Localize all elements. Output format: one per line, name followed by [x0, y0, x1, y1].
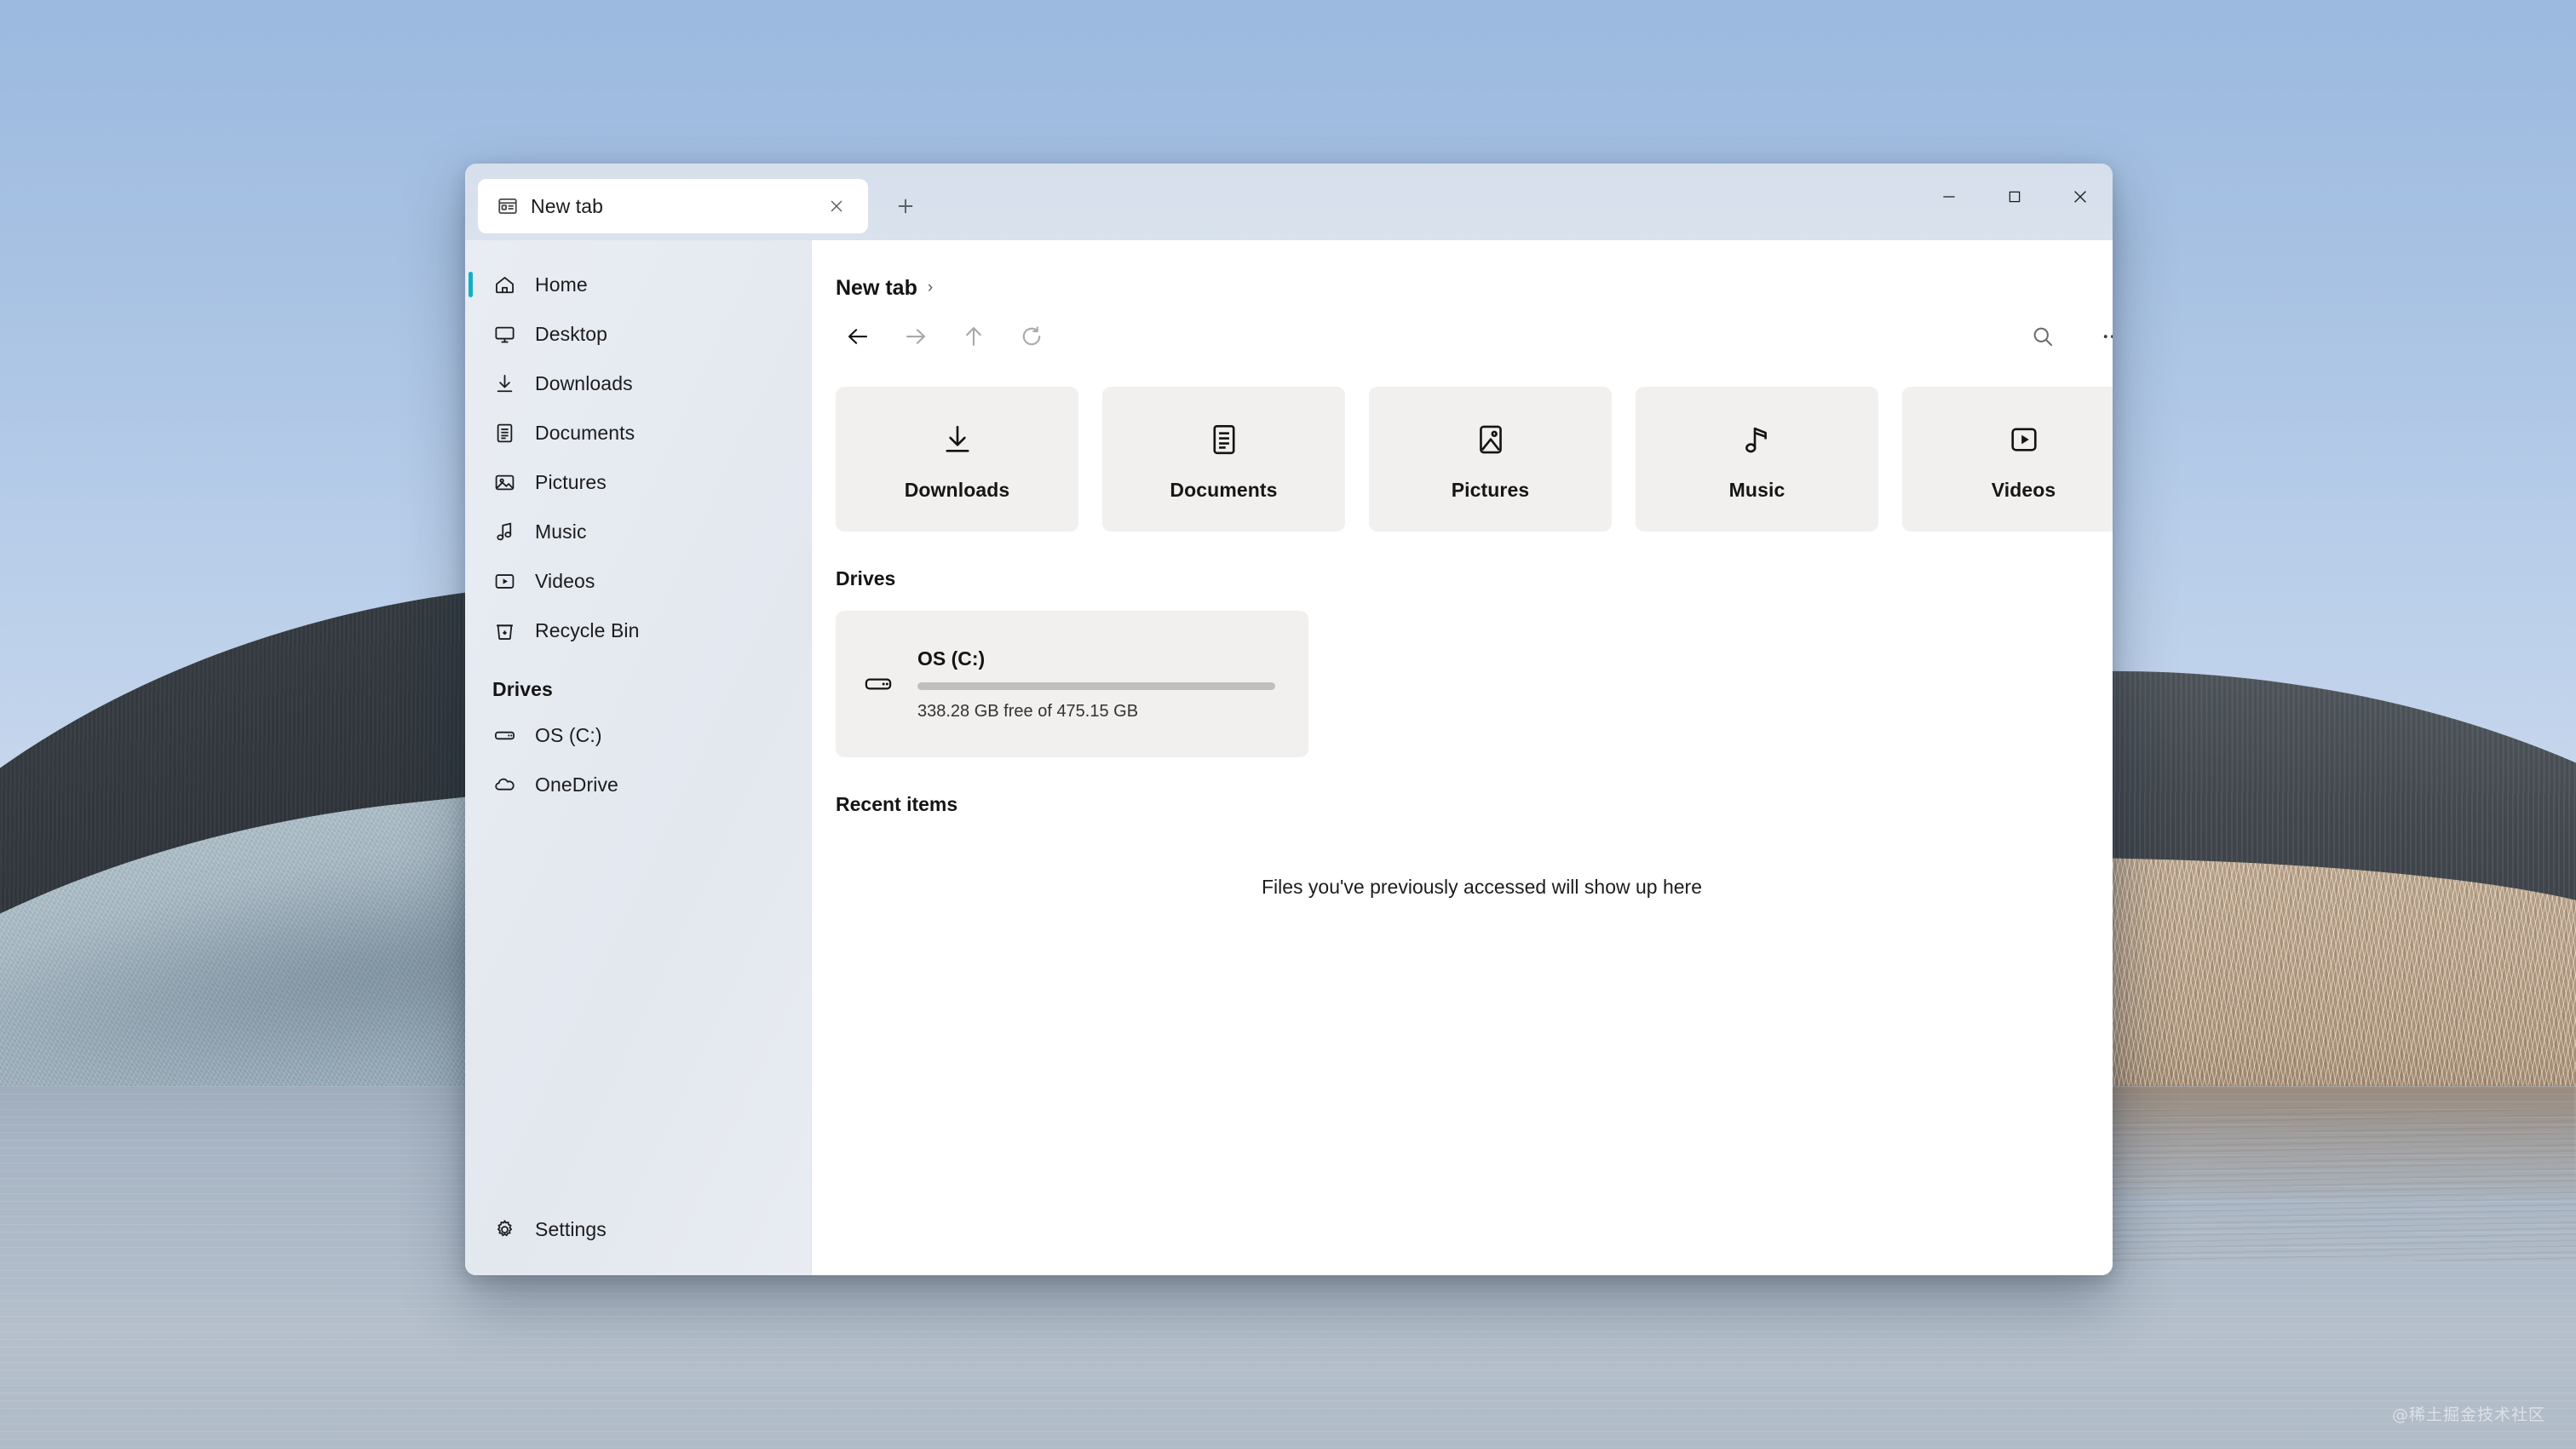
sidebar-item-os-c[interactable]: OS (C:)	[474, 711, 802, 759]
watermark: @稀土掘金技术社区	[2391, 1406, 2545, 1424]
forward-button[interactable]	[894, 314, 938, 359]
sidebar-item-music[interactable]: Music	[474, 508, 802, 555]
sidebar-item-label: Music	[535, 520, 587, 543]
tab-new-tab[interactable]: New tab	[478, 179, 868, 233]
more-options-button[interactable]	[2090, 314, 2113, 359]
tile-label: Documents	[1170, 478, 1278, 501]
tab-strip: New tab	[465, 164, 929, 240]
search-button[interactable]	[2021, 314, 2065, 359]
video-icon	[2006, 417, 2042, 462]
quick-access-tiles: Downloads Documents Pictures Music Video…	[836, 387, 2113, 532]
chevron-right-icon: ›	[927, 279, 934, 296]
drive-icon	[861, 669, 895, 699]
file-explorer-window: New tab Home Desktop Downloads Documents…	[465, 164, 2113, 1275]
back-button[interactable]	[836, 314, 880, 359]
sidebar-item-recycle-bin[interactable]: Recycle Bin	[474, 607, 802, 654]
drive-usage-bar	[917, 681, 1275, 690]
refresh-button[interactable]	[1009, 314, 1054, 359]
sidebar-item-videos[interactable]: Videos	[474, 557, 802, 605]
tile-label: Videos	[1991, 478, 2056, 501]
sidebar-item-desktop[interactable]: Desktop	[474, 310, 802, 358]
download-icon	[492, 372, 516, 395]
minimize-button[interactable]	[1916, 164, 1981, 230]
sidebar-group-header-drives: Drives	[492, 678, 553, 700]
window-controls	[1916, 164, 2113, 230]
sidebar-item-settings[interactable]: Settings	[474, 1205, 802, 1253]
maximize-button[interactable]	[1981, 164, 2047, 230]
sidebar-item-label: OS (C:)	[535, 723, 602, 746]
sidebar-item-label: Downloads	[535, 371, 633, 394]
content-area: New tab › Downloads Documents Pictures M…	[812, 240, 2113, 1275]
sidebar-item-documents[interactable]: Documents	[474, 409, 802, 457]
recent-items-header: Recent items	[836, 793, 958, 815]
video-icon	[492, 570, 516, 593]
close-button[interactable]	[2047, 164, 2113, 230]
sidebar-item-downloads[interactable]: Downloads	[474, 359, 802, 407]
recycle-bin-icon	[492, 619, 516, 642]
picture-icon	[1473, 417, 1509, 462]
cloud-icon	[492, 773, 516, 796]
sidebar-item-label: Videos	[535, 569, 595, 592]
drive-icon	[492, 724, 516, 747]
tile-label: Music	[1728, 478, 1785, 501]
drives-section-header: Drives	[836, 567, 896, 589]
sidebar-item-label: Recycle Bin	[535, 618, 640, 641]
sidebar-item-home[interactable]: Home	[469, 261, 802, 308]
sidebar: Home Desktop Downloads Documents Picture…	[465, 240, 812, 1275]
desktop-icon	[492, 323, 516, 346]
gear-icon	[492, 1218, 516, 1241]
breadcrumb[interactable]: New tab ›	[836, 240, 2113, 303]
download-icon	[940, 417, 975, 462]
recent-items-empty-message: Files you've previously accessed will sh…	[1261, 876, 1703, 898]
sidebar-item-onedrive[interactable]: OneDrive	[474, 761, 802, 808]
sidebar-item-label: Home	[535, 273, 588, 296]
tile-pictures[interactable]: Pictures	[1369, 387, 1612, 532]
active-accent-bar	[469, 272, 473, 297]
close-tab-icon[interactable]	[822, 192, 851, 221]
picture-icon	[492, 471, 516, 494]
sidebar-item-label: OneDrive	[535, 773, 618, 796]
sidebar-item-label: Pictures	[535, 470, 607, 493]
home-icon	[492, 273, 516, 296]
breadcrumb-title: New tab	[836, 275, 917, 300]
tile-label: Downloads	[904, 478, 1010, 501]
music-icon	[492, 520, 516, 543]
drive-card-os-c[interactable]: OS (C:) 338.28 GB free of 475.15 GB	[836, 611, 1308, 757]
sidebar-item-label: Documents	[535, 421, 635, 444]
document-icon	[1206, 417, 1242, 462]
navigation-toolbar	[836, 308, 2113, 365]
window-titlebar[interactable]: New tab	[465, 164, 2113, 240]
tab-page-icon	[497, 195, 519, 217]
sidebar-nav-list: Home Desktop Downloads Documents Picture…	[465, 240, 811, 1204]
sidebar-footer: Settings	[465, 1204, 811, 1275]
music-icon	[1739, 417, 1775, 462]
tile-downloads[interactable]: Downloads	[836, 387, 1078, 532]
tile-music[interactable]: Music	[1636, 387, 1878, 532]
drive-name: OS (C:)	[917, 647, 986, 670]
sidebar-item-label: Settings	[535, 1217, 607, 1240]
tile-label: Pictures	[1451, 478, 1530, 501]
sidebar-item-label: Desktop	[535, 322, 608, 345]
up-button[interactable]	[952, 314, 996, 359]
sidebar-item-pictures[interactable]: Pictures	[474, 458, 802, 506]
tab-title: New tab	[531, 194, 604, 217]
document-icon	[492, 422, 516, 445]
drive-usage-text: 338.28 GB free of 475.15 GB	[917, 701, 1139, 721]
tile-documents[interactable]: Documents	[1102, 387, 1345, 532]
tile-videos[interactable]: Videos	[1902, 387, 2113, 532]
new-tab-button[interactable]	[882, 182, 929, 230]
